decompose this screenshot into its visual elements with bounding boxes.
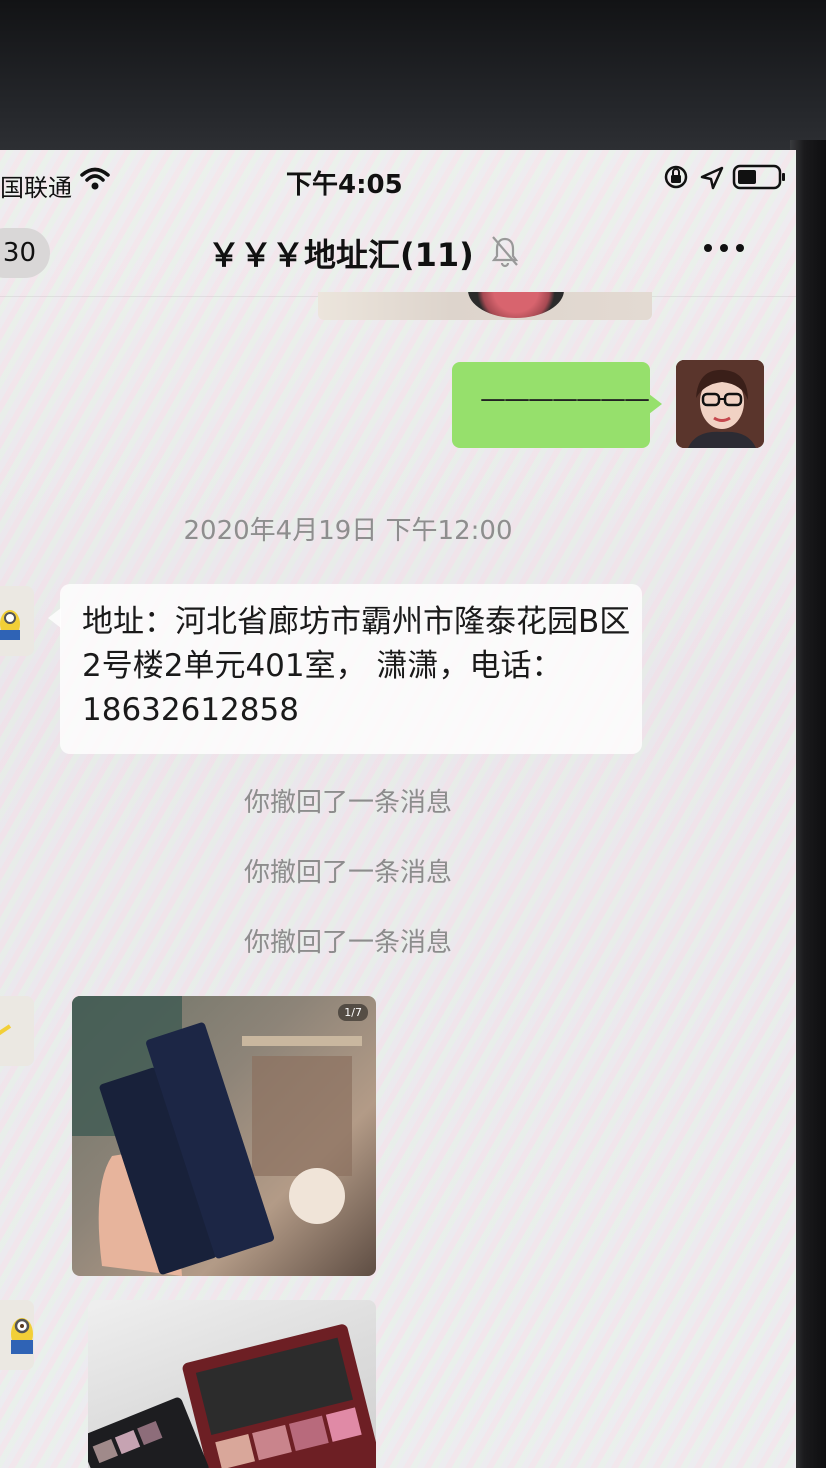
- minion-avatar-icon: [0, 586, 34, 656]
- status-bar: 国联通 下午4:05: [0, 150, 796, 212]
- avatar-portrait-icon: [676, 360, 764, 448]
- palette-photo-message[interactable]: [88, 1300, 376, 1468]
- minion-avatar-icon: [0, 996, 34, 1066]
- more-options-icon[interactable]: [700, 238, 748, 258]
- chat-header: 30 ￥￥￥地址汇(11): [0, 212, 796, 297]
- partial-image-message[interactable]: [318, 292, 652, 320]
- member-avatar[interactable]: [0, 1300, 34, 1370]
- status-icons: [664, 164, 785, 190]
- mute-bell-icon: [491, 236, 519, 268]
- wifi-icon: [80, 167, 110, 190]
- sent-message-text: ———————: [480, 384, 650, 414]
- battery-icon: [732, 164, 785, 190]
- orientation-lock-icon: [664, 165, 688, 189]
- back-button[interactable]: 30: [0, 228, 50, 278]
- cpb-product-photo: [72, 996, 362, 1276]
- chat-area[interactable]: ——————— 2020年4月19日 下午12:00 地址：河北省廊坊市霸州市隆…: [0, 292, 796, 1468]
- unread-count: 30: [2, 238, 36, 268]
- member-avatar[interactable]: [0, 586, 34, 656]
- message-timestamp: 2020年4月19日 下午12:00: [183, 516, 513, 546]
- sent-message-bubble[interactable]: ———————: [452, 362, 662, 448]
- address-message-text: 地址：河北省廊坊市霸州市隆泰花园B区2号楼2单元401室， 潇潇，电话：1863…: [82, 604, 631, 728]
- carrier-label: 国联通: [0, 174, 72, 202]
- product-photo-message[interactable]: 1/7: [72, 996, 376, 1276]
- my-avatar[interactable]: [676, 360, 764, 448]
- location-icon: [700, 166, 724, 190]
- monitor-bezel-top: [0, 0, 826, 150]
- recall-notice: 你撤回了一条消息: [243, 788, 452, 818]
- chat-title: ￥￥￥地址汇(11): [208, 236, 474, 274]
- recall-notice: 你撤回了一条消息: [243, 928, 452, 958]
- address-message-bubble[interactable]: 地址：河北省廊坊市霸州市隆泰花园B区2号楼2单元401室， 潇潇，电话：1863…: [48, 584, 642, 754]
- makeup-palette-photo: [88, 1324, 376, 1468]
- status-time: 下午4:05: [286, 170, 403, 200]
- recall-notice: 你撤回了一条消息: [243, 858, 452, 888]
- minion-avatar-icon: [0, 1300, 34, 1370]
- blush-compact-image: [468, 292, 564, 318]
- phone-screen: 国联通 下午4:05 30 ￥￥￥地址汇(11) ——————— 2020年4月…: [0, 150, 796, 1468]
- member-avatar[interactable]: [0, 996, 34, 1066]
- image-counter: 1/7: [338, 1004, 368, 1021]
